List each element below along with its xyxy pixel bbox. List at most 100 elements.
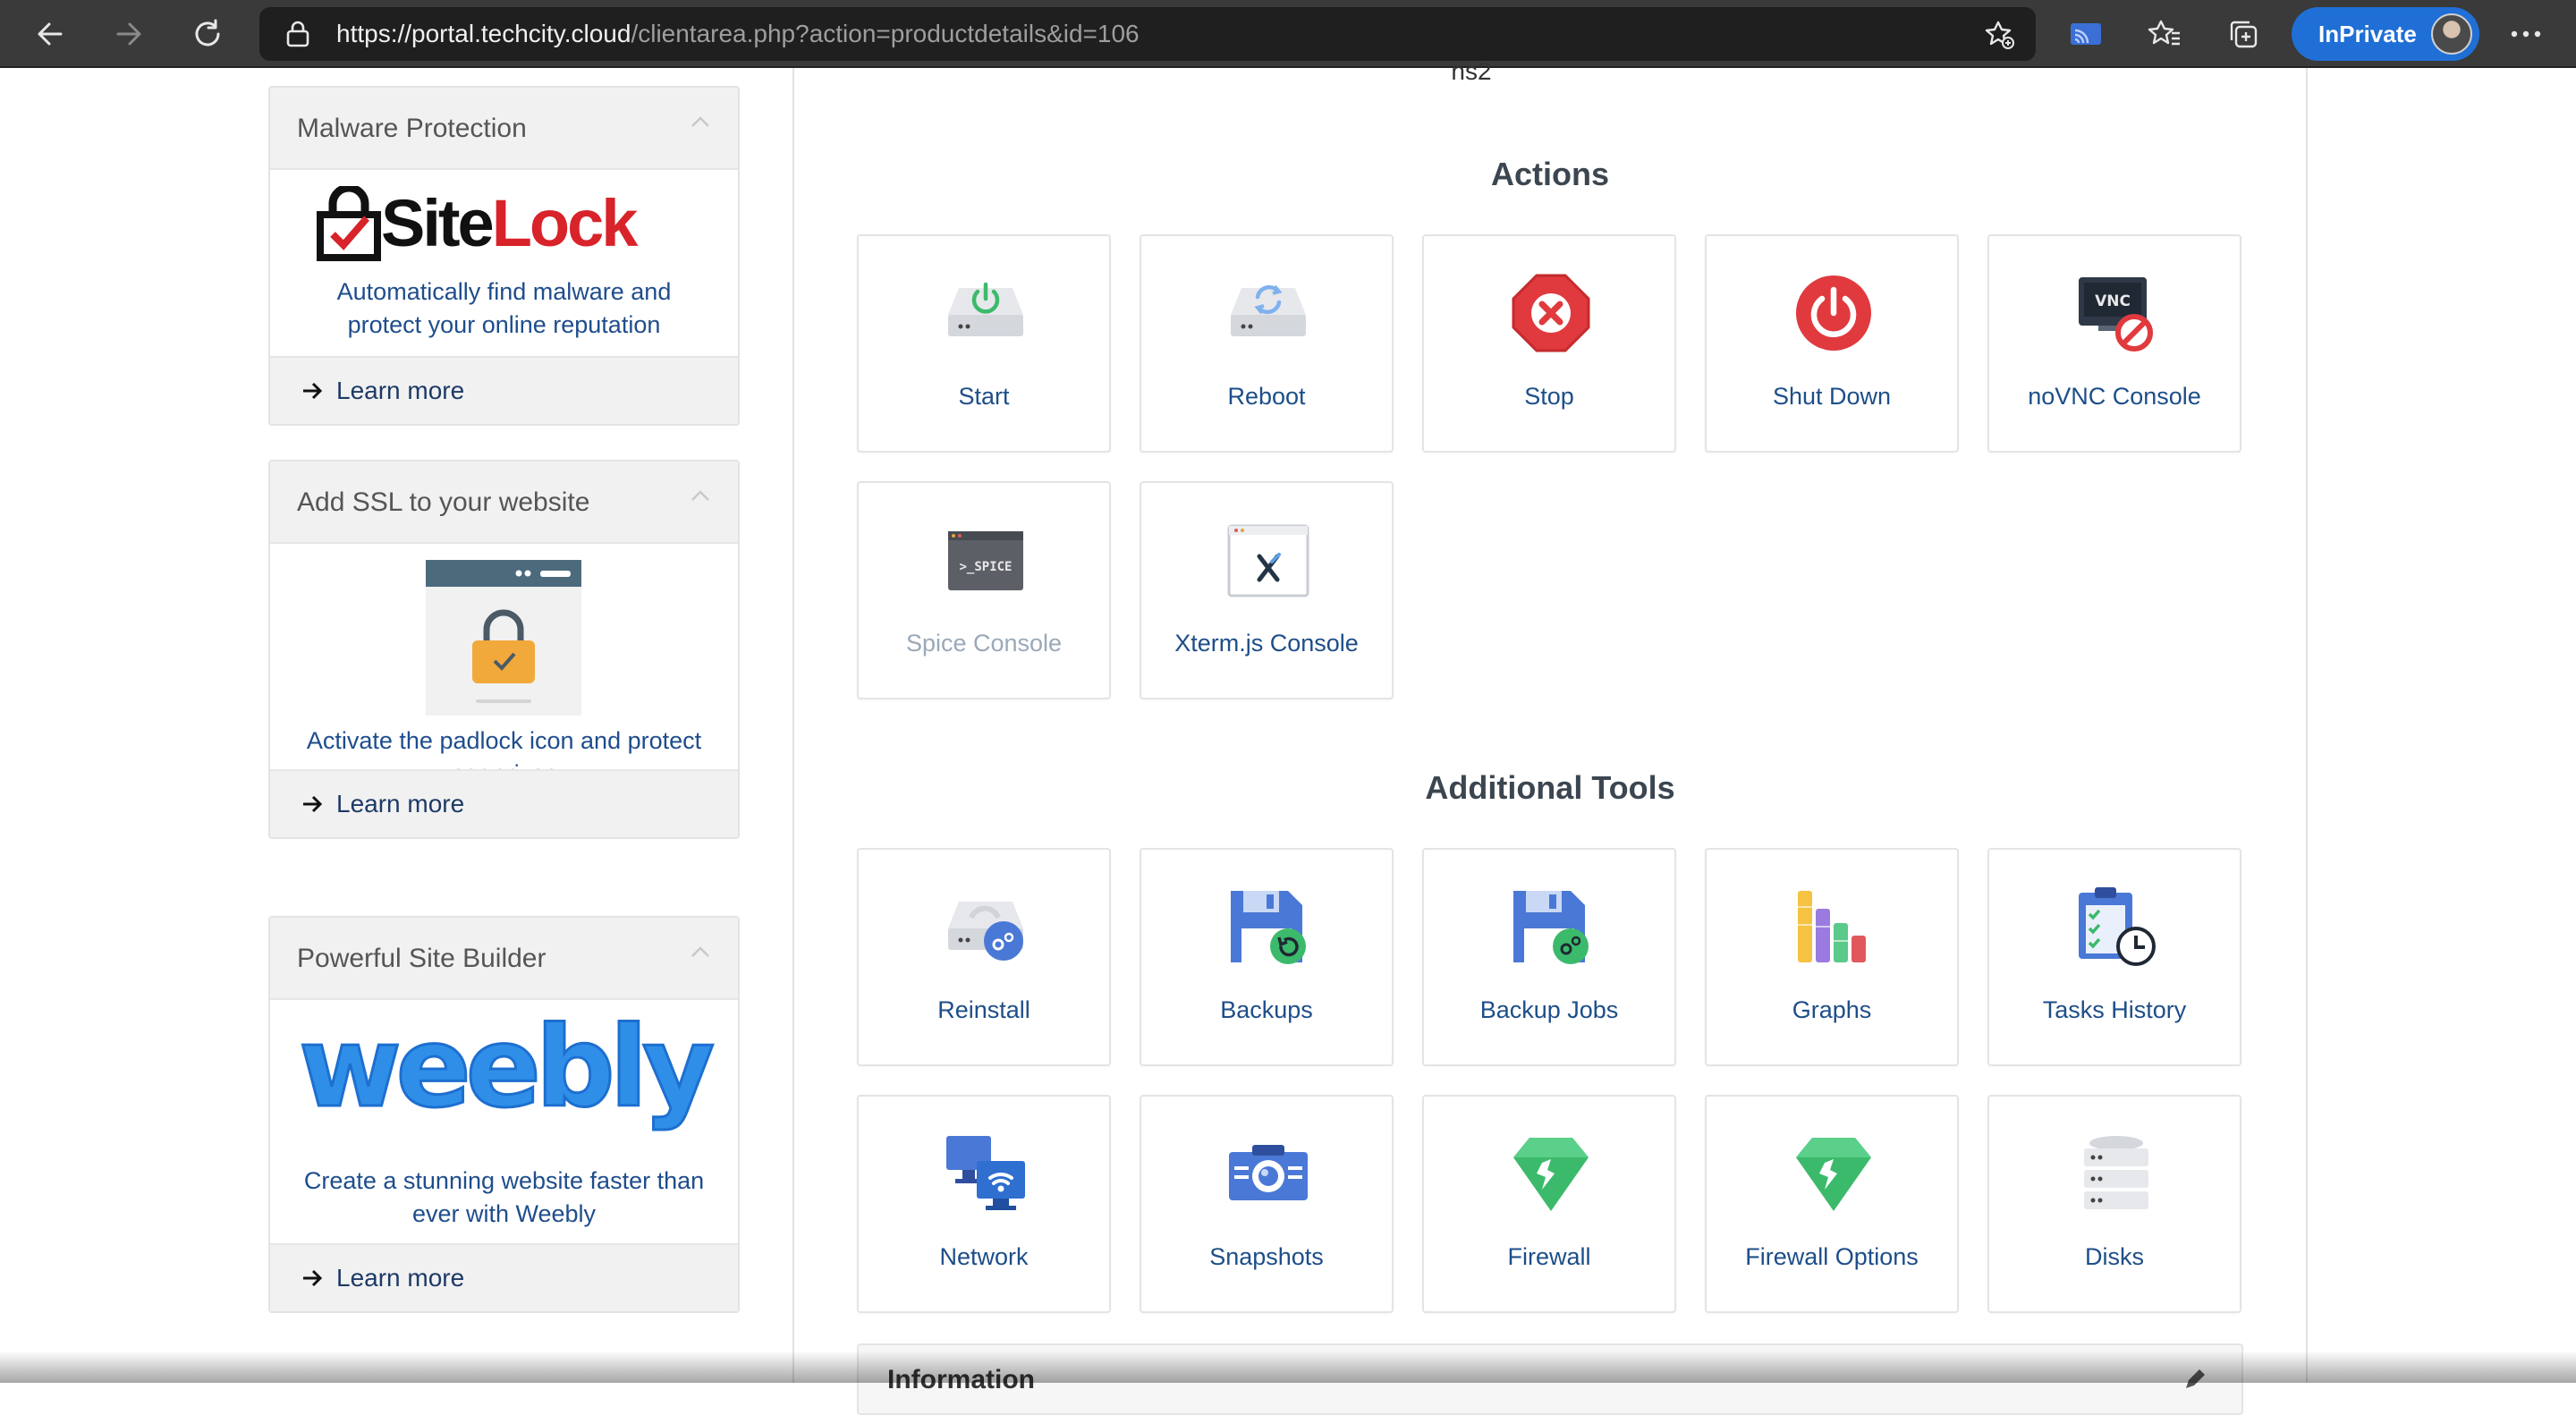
cast-icon <box>2071 23 2101 45</box>
address-bar[interactable]: https://portal.techcity.cloud/clientarea… <box>259 7 2036 61</box>
chevron-up-icon[interactable] <box>690 945 711 959</box>
chevron-up-icon[interactable] <box>690 488 711 503</box>
power-icon <box>1796 275 1871 351</box>
learn-more-link[interactable]: Learn more <box>301 358 464 424</box>
disks-icon <box>2084 1136 2148 1209</box>
tool-tile-firewall-options[interactable]: Firewall Options <box>1705 1095 1959 1313</box>
chevron-up-icon[interactable] <box>690 114 711 129</box>
card-title: Powerful Site Builder <box>297 944 547 973</box>
card-description-line: Activate the padlock icon and protect <box>306 727 702 754</box>
collections-button[interactable] <box>2220 11 2267 57</box>
tool-tile-firewall[interactable]: Firewall <box>1422 1095 1676 1313</box>
url-text: https://portal.techcity.cloud/clientarea… <box>336 7 1140 61</box>
card-header[interactable]: Malware Protection <box>270 88 738 170</box>
add-favorite-icon[interactable] <box>1984 19 2016 51</box>
svg-text:VNC: VNC <box>2095 292 2131 310</box>
refresh-button[interactable] <box>184 11 231 57</box>
card-header[interactable]: Powerful Site Builder <box>270 918 738 1000</box>
sitelock-padlock-icon <box>317 186 381 261</box>
tile-label: Backups <box>1220 996 1313 1023</box>
card-title: Add SSL to your website <box>297 487 590 517</box>
promo-card-sitelock: Malware Protection SiteLock Automaticall… <box>268 86 740 426</box>
inprivate-button[interactable]: InPrivate <box>2292 7 2479 61</box>
card-description-line: protect your online reputation <box>347 311 661 338</box>
tool-tile-backups[interactable]: Backups <box>1140 848 1394 1066</box>
favorites-icon <box>2148 20 2180 46</box>
action-tile-stop[interactable]: Stop <box>1422 234 1676 453</box>
scrolled-text-fragment: ns2 <box>1451 57 1492 85</box>
graphs-icon <box>1798 891 1866 962</box>
card-body: weebly Create a stunning website faster … <box>270 1000 738 1247</box>
browser-toolbar: https://portal.techcity.cloud/clientarea… <box>0 0 2576 68</box>
card-title: Malware Protection <box>297 114 527 143</box>
card-body: Activate the padlock icon and protect us… <box>270 544 738 787</box>
tool-tile-network[interactable]: Network <box>857 1095 1111 1313</box>
forward-button[interactable] <box>106 11 152 57</box>
tile-label: Start <box>958 383 1010 410</box>
learn-more-label: Learn more <box>336 790 465 818</box>
tile-label: Reinstall <box>937 996 1030 1023</box>
tasks-history-icon <box>2079 887 2156 966</box>
card-body: SiteLock Automatically find malware and … <box>270 170 738 358</box>
additional-tools-heading: Additional Tools <box>1425 769 1675 806</box>
cast-button[interactable] <box>2063 11 2109 57</box>
tile-label: Tasks History <box>2042 996 2187 1023</box>
action-tile-reboot[interactable]: Reboot <box>1140 234 1394 453</box>
learn-more-link[interactable]: Learn more <box>301 771 464 837</box>
tool-tile-reinstall[interactable]: Reinstall <box>857 848 1111 1066</box>
action-tile-xterm-console[interactable]: Xterm.js Console <box>1140 481 1394 699</box>
back-button[interactable] <box>27 11 73 57</box>
learn-more-label: Learn more <box>336 1264 465 1292</box>
tile-label: Firewall Options <box>1745 1243 1919 1270</box>
favorites-button[interactable] <box>2141 11 2188 57</box>
backups-icon <box>1231 891 1306 964</box>
snapshots-icon <box>1229 1145 1308 1200</box>
inprivate-label: InPrivate <box>2318 21 2417 47</box>
promo-card-weebly: Powerful Site Builder weebly Create a st… <box>268 916 740 1313</box>
content-divider-left <box>792 68 794 1383</box>
window-bottom-shadow <box>0 1351 2576 1383</box>
tool-tile-tasks-history[interactable]: Tasks History <box>1987 848 2241 1066</box>
card-description: Create a stunning website faster than ev… <box>288 1165 720 1231</box>
url-host: https://portal.techcity.cloud <box>336 20 631 47</box>
tile-label: Stop <box>1524 383 1574 410</box>
tool-tile-backup-jobs[interactable]: Backup Jobs <box>1422 848 1676 1066</box>
content-divider-right <box>2306 68 2308 1383</box>
tile-label: noVNC Console <box>2028 383 2201 410</box>
logo-text-site: Site <box>381 186 495 260</box>
card-header[interactable]: Add SSL to your website <box>270 462 738 544</box>
tile-label: Network <box>939 1243 1029 1270</box>
firewall-options-icon <box>1796 1138 1871 1211</box>
settings-more-button[interactable] <box>2503 11 2549 57</box>
server-reboot-icon <box>1231 284 1306 336</box>
tool-tile-snapshots[interactable]: Snapshots <box>1140 1095 1394 1313</box>
tile-label: Backup Jobs <box>1479 996 1619 1023</box>
tile-label: Disks <box>2085 1243 2144 1270</box>
backup-jobs-icon <box>1513 891 1589 964</box>
action-tile-start[interactable]: Start <box>857 234 1111 453</box>
sitelock-logo: SiteLock <box>317 186 692 261</box>
arrow-right-icon <box>303 1269 323 1287</box>
arrow-right-icon <box>303 795 323 813</box>
collections-icon <box>2230 21 2258 48</box>
action-tile-novnc-console[interactable]: VNC noVNC Console <box>1987 234 2241 453</box>
server-power-icon <box>948 282 1023 336</box>
spice-console-icon: >_SPICE <box>948 531 1023 590</box>
url-path: /clientarea.php?action=productdetails&id… <box>631 20 1140 47</box>
card-description-line: Create a stunning website faster than <box>303 1167 705 1194</box>
firewall-icon <box>1513 1138 1589 1211</box>
learn-more-link[interactable]: Learn more <box>301 1245 464 1311</box>
logo-text-lock: Lock <box>491 186 639 260</box>
tile-label: Firewall <box>1507 1243 1591 1270</box>
reinstall-icon <box>948 902 1023 961</box>
vnc-console-icon: VNC <box>2079 277 2153 352</box>
tool-tile-disks[interactable]: Disks <box>1987 1095 2241 1313</box>
action-tile-spice-console[interactable]: >_SPICE Spice Console <box>857 481 1111 699</box>
svg-text:>_SPICE: >_SPICE <box>959 560 1012 574</box>
action-tile-shutdown[interactable]: Shut Down <box>1705 234 1959 453</box>
tile-label: Spice Console <box>905 630 1063 657</box>
learn-more-label: Learn more <box>336 377 465 404</box>
tool-tile-graphs[interactable]: Graphs <box>1705 848 1959 1066</box>
arrow-right-icon <box>116 22 141 46</box>
tile-label: Xterm.js Console <box>1174 630 1359 657</box>
